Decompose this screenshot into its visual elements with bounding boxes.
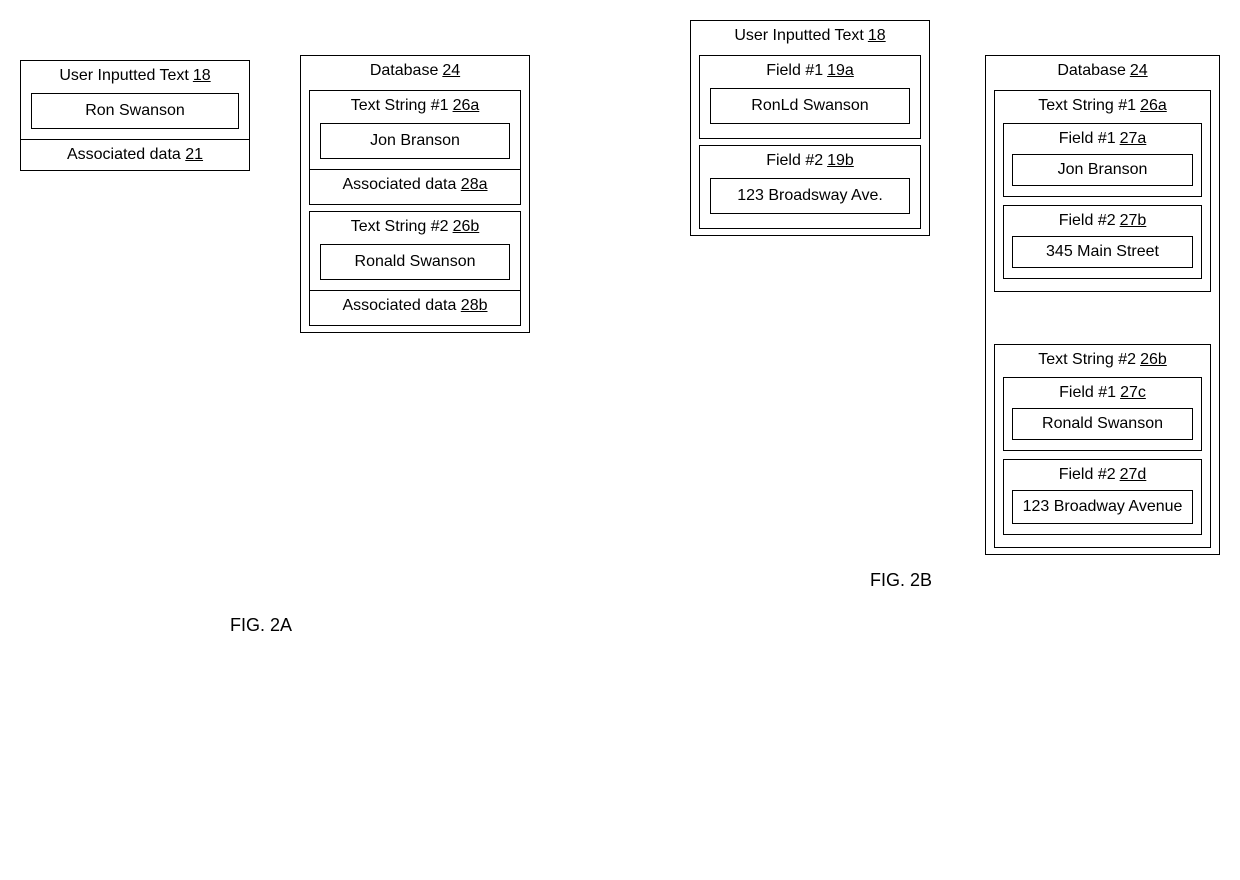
figA-user-input-label: User Inputted Text <box>59 67 189 85</box>
figB-ts1-f2-label: Field #2 <box>1059 212 1116 230</box>
figA-ts1-value: Jon Branson <box>320 123 510 159</box>
figB-database-ref: 24 <box>1130 62 1148 80</box>
figB-ts1-f1-value: Jon Branson <box>1012 154 1193 186</box>
figA-database: Database 24 Text String #1 26a Jon Brans… <box>300 55 530 333</box>
figA-ts2-assoc: Associated data 28b <box>310 290 520 321</box>
figA-ts2-label: Text String #2 <box>351 218 449 236</box>
figB-ts1-title: Text String #1 26a <box>995 91 1210 119</box>
figA-ts1-assoc-label: Associated data <box>342 176 456 193</box>
figB-ts2-label: Text String #2 <box>1038 351 1136 369</box>
figB-ts2-field2: Field #2 27d 123 Broadway Avenue <box>1003 459 1202 535</box>
figB-ts2-f1-title: Field #1 27c <box>1004 378 1201 406</box>
diagram-page: User Inputted Text 18 Ron Swanson Associ… <box>0 0 1240 880</box>
figB-ts2-f2-label: Field #2 <box>1059 466 1116 484</box>
figB-user-f2-ref: 19b <box>827 152 854 170</box>
figB-text-string-1: Text String #1 26a Field #1 27a Jon Bran… <box>994 90 1211 292</box>
figB-user-f2-title: Field #2 19b <box>700 146 920 174</box>
figB-text-string-2: Text String #2 26b Field #1 27c Ronald S… <box>994 344 1211 548</box>
figB-ts2-ref: 26b <box>1140 351 1167 369</box>
figB-user-f2-value: 123 Broadsway Ave. <box>710 178 910 214</box>
figB-ts2-title: Text String #2 26b <box>995 345 1210 373</box>
figA-ts1-assoc: Associated data 28a <box>310 169 520 200</box>
figB-caption: FIG. 2B <box>870 570 932 591</box>
figB-ts2-f2-value: 123 Broadway Avenue <box>1012 490 1193 524</box>
figA-ts2-title: Text String #2 26b <box>310 212 520 240</box>
figB-gap <box>986 298 1219 338</box>
figA-ts2-assoc-ref: 28b <box>461 297 488 314</box>
figB-ts1-label: Text String #1 <box>1038 97 1136 115</box>
figB-ts1-field2: Field #2 27b 345 Main Street <box>1003 205 1202 279</box>
figB-user-input-title: User Inputted Text 18 <box>691 21 929 49</box>
figB-user-f1-label: Field #1 <box>766 62 823 80</box>
figA-user-input-assoc-label: Associated data <box>67 146 181 163</box>
figB-ts2-f1-label: Field #1 <box>1059 384 1116 402</box>
figA-user-inputted-text: User Inputted Text 18 Ron Swanson Associ… <box>20 60 250 171</box>
figA-ts2-ref: 26b <box>453 218 480 236</box>
figB-user-f1-title: Field #1 19a <box>700 56 920 84</box>
figB-ts2-f2-ref: 27d <box>1120 466 1147 484</box>
figA-text-string-2: Text String #2 26b Ronald Swanson Associ… <box>309 211 521 326</box>
figB-user-inputted-text: User Inputted Text 18 Field #1 19a RonLd… <box>690 20 930 236</box>
figA-database-ref: 24 <box>442 62 460 80</box>
figA-user-input-assoc: Associated data 21 <box>21 139 249 170</box>
figB-user-input-ref: 18 <box>868 27 886 45</box>
figB-database: Database 24 Text String #1 26a Field #1 … <box>985 55 1220 555</box>
figA-user-input-title: User Inputted Text 18 <box>21 61 249 89</box>
figB-database-label: Database <box>1057 62 1126 80</box>
figB-ts2-field1: Field #1 27c Ronald Swanson <box>1003 377 1202 451</box>
figB-ts1-field1: Field #1 27a Jon Branson <box>1003 123 1202 197</box>
figB-ts2-f1-ref: 27c <box>1120 384 1146 402</box>
figB-ts1-f1-label: Field #1 <box>1059 130 1116 148</box>
figA-database-label: Database <box>370 62 439 80</box>
figB-ts1-f1-title: Field #1 27a <box>1004 124 1201 152</box>
figA-ts2-value: Ronald Swanson <box>320 244 510 280</box>
figA-user-input-ref: 18 <box>193 67 211 85</box>
figB-user-input-field2: Field #2 19b 123 Broadsway Ave. <box>699 145 921 229</box>
figB-ts1-f2-title: Field #2 27b <box>1004 206 1201 234</box>
figB-ts2-f2-title: Field #2 27d <box>1004 460 1201 488</box>
figB-ts1-f1-ref: 27a <box>1120 130 1147 148</box>
figA-user-input-assoc-ref: 21 <box>185 146 203 163</box>
figB-user-f1-ref: 19a <box>827 62 854 80</box>
figA-ts1-ref: 26a <box>453 97 480 115</box>
figB-user-f2-label: Field #2 <box>766 152 823 170</box>
figA-database-title: Database 24 <box>301 56 529 84</box>
figB-user-f1-value: RonLd Swanson <box>710 88 910 124</box>
figA-ts1-label: Text String #1 <box>351 97 449 115</box>
figA-user-input-value: Ron Swanson <box>31 93 239 129</box>
figB-ts2-f1-value: Ronald Swanson <box>1012 408 1193 440</box>
figB-user-input-label: User Inputted Text <box>734 27 864 45</box>
figA-ts1-title: Text String #1 26a <box>310 91 520 119</box>
figB-user-input-field1: Field #1 19a RonLd Swanson <box>699 55 921 139</box>
figB-ts1-f2-value: 345 Main Street <box>1012 236 1193 268</box>
figA-caption: FIG. 2A <box>230 615 292 636</box>
figB-ts1-ref: 26a <box>1140 97 1167 115</box>
figB-database-title: Database 24 <box>986 56 1219 84</box>
figB-ts1-f2-ref: 27b <box>1120 212 1147 230</box>
figA-ts1-assoc-ref: 28a <box>461 176 488 193</box>
figA-ts2-assoc-label: Associated data <box>342 297 456 314</box>
figA-text-string-1: Text String #1 26a Jon Branson Associate… <box>309 90 521 205</box>
